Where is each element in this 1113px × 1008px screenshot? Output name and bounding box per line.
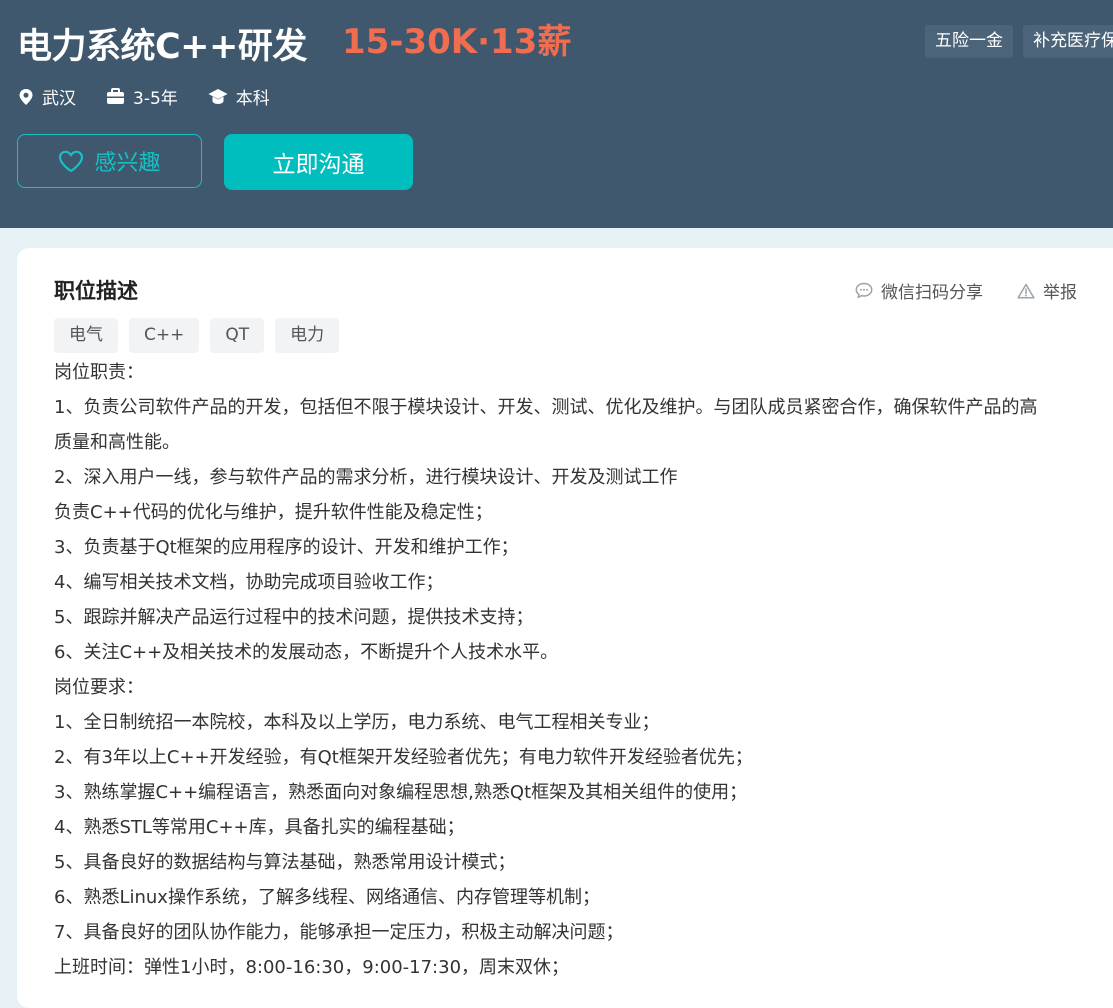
- report-link[interactable]: 举报: [1017, 278, 1077, 303]
- skill-tag: C++: [129, 318, 200, 353]
- chat-now-button[interactable]: 立即沟通: [224, 134, 413, 190]
- meta-education: 本科: [208, 84, 270, 109]
- salary: 15-30K·13薪: [342, 22, 572, 62]
- description-line: 7、具备良好的团队协作能力，能够承担一定压力，积极主动解决问题；: [54, 922, 624, 943]
- benefit-tag: 补充医疗保: [1023, 25, 1113, 58]
- location-pin-icon: [19, 88, 33, 105]
- job-meta: 武汉 3-5年 本科: [18, 84, 300, 109]
- wechat-share-link[interactable]: 微信扫码分享: [855, 278, 983, 303]
- location-text: 武汉: [42, 89, 76, 109]
- description-line: 5、具备良好的数据结构与算法基础，熟悉常用设计模式；: [54, 852, 516, 873]
- description-line: 1、全日制统招一本院校，本科及以上学历，电力系统、电气工程相关专业；: [54, 712, 660, 733]
- benefit-tag: 五险一金: [925, 25, 1013, 58]
- interest-label: 感兴趣: [94, 151, 161, 176]
- interest-button[interactable]: 感兴趣: [17, 134, 202, 188]
- description-line: 6、关注C++及相关技术的发展动态，不断提升个人技术水平。: [54, 642, 559, 663]
- skill-tag: 电气: [54, 318, 118, 353]
- description-line: 岗位职责：: [54, 362, 144, 383]
- meta-experience: 3-5年: [106, 84, 178, 109]
- job-description-text: 岗位职责： 1、负责公司软件产品的开发，包括但不限于模块设计、开发、测试、优化及…: [54, 355, 1094, 985]
- description-line: 4、编写相关技术文档，协助完成项目验收工作；: [54, 572, 444, 593]
- chat-bubble-icon: [855, 282, 873, 299]
- benefit-tags: 五险一金 补充医疗保: [925, 25, 1113, 58]
- experience-text: 3-5年: [133, 89, 178, 109]
- description-line: 岗位要求：: [54, 677, 144, 698]
- education-text: 本科: [235, 89, 270, 109]
- skill-tags: 电气 C++ QT 电力: [54, 318, 340, 353]
- description-line: 3、负责基于Qt框架的应用程序的设计、开发和维护工作；: [54, 537, 519, 558]
- description-line: 质量和高性能。: [54, 432, 180, 453]
- share-label: 微信扫码分享: [881, 283, 983, 303]
- job-description-card: 职位描述 微信扫码分享 举报 电气 C++ QT 电力 岗位职责： 1、负责公司…: [17, 248, 1113, 1008]
- skill-tag: QT: [210, 318, 265, 353]
- description-line: 3、熟练掌握C++编程语言，熟悉面向对象编程思想,熟悉Qt框架及其相关组件的使用…: [54, 782, 748, 803]
- skill-tag: 电力: [275, 318, 340, 353]
- job-title: 电力系统C++研发: [17, 27, 307, 67]
- description-line: 2、深入用户一线，参与软件产品的需求分析，进行模块设计、开发及测试工作: [54, 467, 678, 488]
- description-line: 4、熟悉STL等常用C++库，具备扎实的编程基础；: [54, 817, 465, 838]
- warning-icon: [1017, 283, 1035, 299]
- description-line: 5、跟踪并解决产品运行过程中的技术问题，提供技术支持；: [54, 607, 534, 628]
- graduation-cap-icon: [208, 89, 228, 104]
- description-line: 1、负责公司软件产品的开发，包括但不限于模块设计、开发、测试、优化及维护。与团队…: [54, 397, 1038, 418]
- section-title: 职位描述: [54, 279, 138, 303]
- description-line: 上班时间：弹性1小时，8:00-16:30，9:00-17:30，周末双休；: [54, 957, 570, 978]
- job-header: 电力系统C++研发 15-30K·13薪 五险一金 补充医疗保 武汉 3-5年: [0, 0, 1113, 228]
- briefcase-icon: [107, 88, 124, 104]
- description-line: 2、有3年以上C++开发经验，有Qt框架开发经验者优先；有电力软件开发经验者优先…: [54, 747, 753, 768]
- description-line: 6、熟悉Linux操作系统，了解多线程、网络通信、内存管理等机制；: [54, 887, 600, 908]
- heart-icon: [59, 150, 84, 172]
- meta-location: 武汉: [18, 84, 76, 109]
- description-line: 负责C++代码的优化与维护，提升软件性能及稳定性；: [54, 502, 493, 523]
- report-label: 举报: [1043, 283, 1077, 303]
- card-actions: 微信扫码分享 举报: [855, 278, 1077, 303]
